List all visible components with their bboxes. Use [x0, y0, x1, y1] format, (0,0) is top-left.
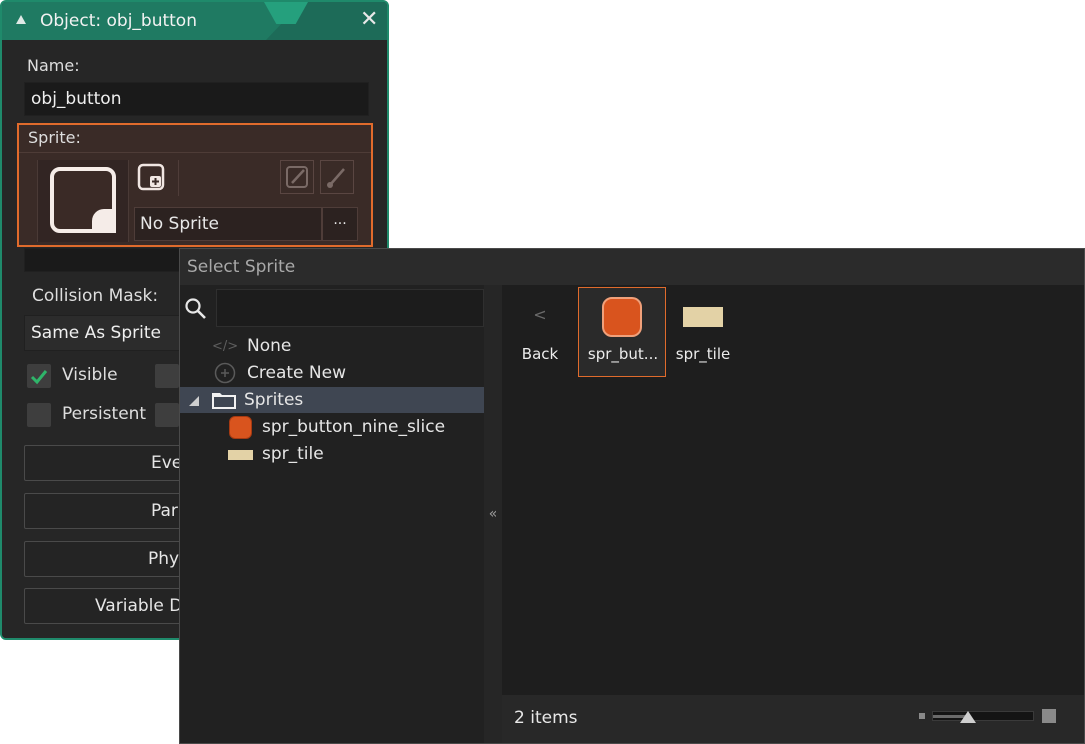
orange-sprite-thumbnail	[602, 297, 642, 337]
plus-circle-icon	[214, 362, 236, 384]
sprite-preview[interactable]	[37, 160, 129, 242]
no-sprite-icon-corner	[92, 209, 116, 233]
search-input[interactable]	[216, 289, 484, 327]
uses-physics-checkbox[interactable]	[155, 403, 179, 427]
expand-triangle-icon[interactable]	[189, 396, 199, 406]
tree-item-label: spr_tile	[262, 444, 324, 464]
zoom-small-icon	[919, 713, 925, 719]
solid-checkbox[interactable]	[155, 364, 179, 388]
tree-item-label: Sprites	[244, 390, 304, 410]
persistent-label: Persistent	[62, 404, 147, 424]
add-sprite-icon	[137, 163, 165, 191]
search-icon	[185, 298, 206, 319]
name-label: Name:	[27, 56, 80, 75]
tree-item-create-new[interactable]: Create New	[180, 360, 484, 386]
name-field[interactable]: obj_button	[24, 82, 369, 116]
sprite-select[interactable]: No Sprite	[134, 207, 322, 241]
sprite-label: Sprite:	[28, 128, 81, 147]
visible-label: Visible	[62, 365, 118, 385]
code-icon: </>	[212, 338, 239, 354]
select-sprite-title: Select Sprite	[187, 257, 296, 277]
select-sprite-titlebar[interactable]: Select Sprite	[180, 249, 1084, 285]
visible-checkbox[interactable]	[27, 364, 51, 388]
persistent-checkbox[interactable]	[27, 403, 51, 427]
tree-item-none[interactable]: </> None	[180, 333, 484, 359]
object-window-title: Object: obj_button	[40, 11, 197, 31]
collapse-triangle-icon[interactable]	[16, 15, 26, 24]
tree-item-sprites-folder[interactable]: Sprites	[180, 387, 484, 413]
new-sprite-button[interactable]	[134, 160, 168, 194]
asset-spr-button-nine-slice[interactable]: spr_but...	[578, 287, 666, 377]
edit-sprite-button[interactable]	[280, 160, 314, 194]
zoom-slider[interactable]	[932, 711, 1034, 723]
edit-image-icon	[286, 166, 308, 188]
item-count: 2 items	[514, 708, 578, 728]
collision-mask-label: Collision Mask:	[32, 286, 159, 306]
tree-item-label: None	[247, 336, 292, 356]
edit-image-button[interactable]	[320, 160, 354, 194]
asset-label: spr_tile	[675, 345, 731, 363]
zoom-slider-thumb[interactable]	[960, 711, 976, 723]
sprite-browse-button[interactable]: ···	[322, 207, 358, 241]
close-icon[interactable]: ✕	[360, 7, 378, 33]
resource-tree-pane: </> None Create New Sprites spr_button_n…	[180, 285, 484, 743]
checkmark-icon	[30, 370, 48, 385]
tree-item-spr-button-nine-slice[interactable]: spr_button_nine_slice	[180, 414, 484, 440]
asset-label: Back	[521, 345, 559, 363]
tree-item-spr-tile[interactable]: spr_tile	[180, 441, 484, 467]
no-sprite-icon	[50, 167, 116, 233]
status-bar: 2 items	[502, 695, 1084, 743]
asset-spr-tile[interactable]: spr_tile	[659, 287, 747, 377]
back-arrow-icon: <	[533, 305, 547, 324]
orange-sprite-icon	[229, 416, 252, 439]
tree-item-label: spr_button_nine_slice	[262, 417, 446, 437]
tile-sprite-thumbnail	[683, 307, 723, 327]
asset-label: spr_but...	[587, 345, 659, 363]
toolbar-divider	[178, 160, 179, 196]
sprite-group: Sprite: No Sprite ···	[17, 123, 373, 247]
tree-item-label: Create New	[247, 363, 346, 383]
asset-browser: < Back spr_but... spr_tile	[502, 285, 1084, 695]
sprite-divider	[19, 152, 371, 153]
select-sprite-window: Select Sprite </> None Create New Sprite…	[179, 248, 1085, 744]
zoom-large-icon	[1042, 709, 1056, 723]
back-item[interactable]: < Back	[496, 287, 584, 377]
folder-icon	[212, 393, 236, 409]
object-window-titlebar[interactable]: Object: obj_button ✕	[2, 2, 387, 40]
tile-sprite-icon	[228, 450, 253, 460]
brush-icon	[327, 168, 345, 188]
